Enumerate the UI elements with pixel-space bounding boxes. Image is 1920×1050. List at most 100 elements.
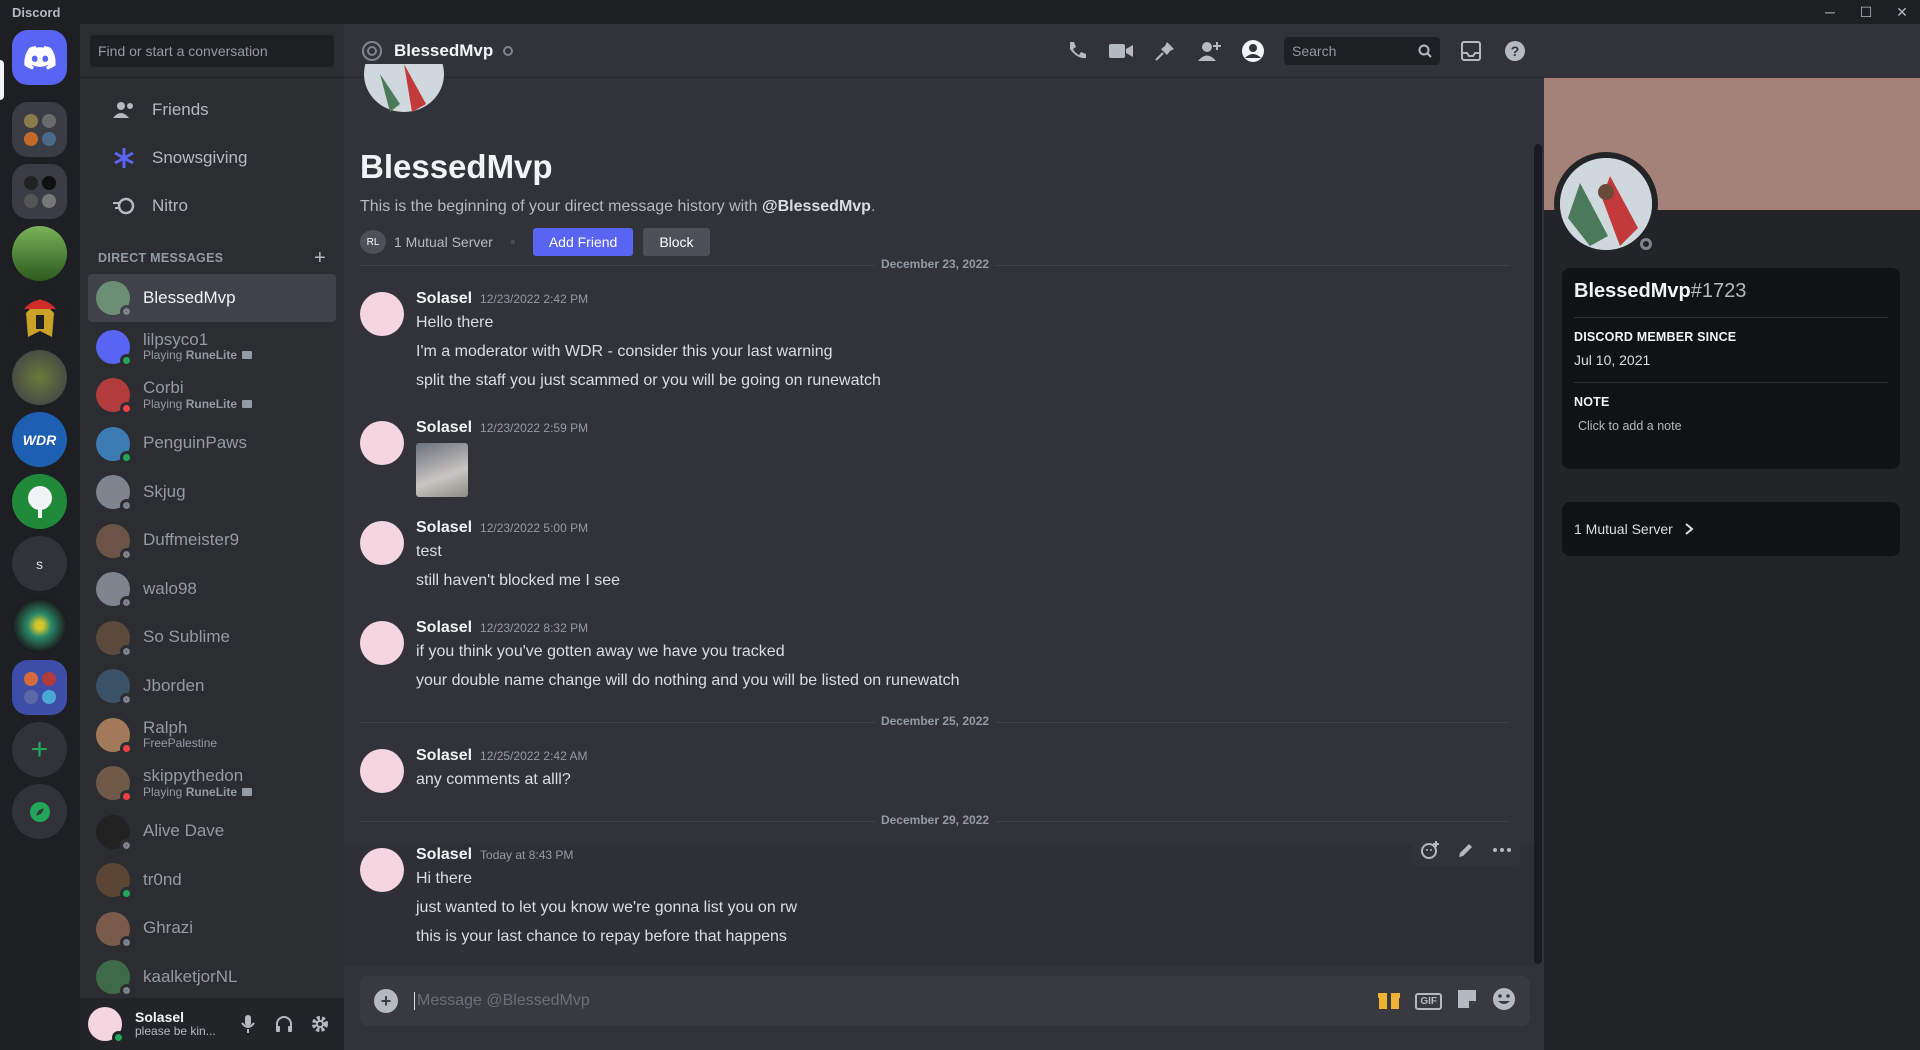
server-icon-s[interactable]: s — [12, 536, 67, 591]
mic-button[interactable] — [234, 1010, 262, 1038]
dm-item[interactable]: kaalketjorNL — [88, 953, 336, 1001]
message-group[interactable]: Solasel 12/23/2022 2:59 PM — [344, 419, 1534, 497]
server-icon-tree[interactable] — [12, 474, 67, 529]
upload-button[interactable]: + — [374, 989, 398, 1013]
gif-button[interactable]: GIF — [1415, 992, 1442, 1010]
compass-icon — [29, 801, 50, 822]
image-attachment[interactable] — [416, 443, 468, 497]
add-reaction-button[interactable] — [1414, 836, 1446, 864]
more-options-button[interactable] — [1486, 836, 1518, 864]
note-input[interactable]: Click to add a note — [1574, 419, 1888, 433]
server-icon-4[interactable] — [12, 350, 67, 405]
game-icon — [242, 351, 253, 360]
server-icon-helmet[interactable] — [12, 288, 67, 343]
dm-item[interactable]: walo98 — [88, 565, 336, 613]
message-author[interactable]: Solasel — [416, 519, 472, 537]
server-icon-grass[interactable] — [12, 226, 67, 281]
message-group[interactable]: Solasel 12/25/2022 2:42 AM any comments a… — [344, 747, 1534, 794]
dm-name: kaalketjorNL — [143, 966, 238, 986]
message-author[interactable]: Solasel — [416, 619, 472, 637]
dm-item[interactable]: So Sublime — [88, 614, 336, 662]
dm-item[interactable]: skippythedon Playing RuneLite — [88, 759, 336, 807]
minimize-button[interactable]: ─ — [1812, 0, 1848, 24]
message-author[interactable]: Solasel — [416, 747, 472, 765]
user-profile-toggle[interactable] — [1240, 38, 1266, 64]
dm-custom-status: FreePalestine — [143, 736, 218, 751]
dm-item[interactable]: tr0nd — [88, 856, 336, 904]
video-call-button[interactable] — [1108, 38, 1134, 64]
message-input[interactable]: Message @BlessedMvp — [414, 992, 590, 1010]
dm-item[interactable]: PenguinPaws — [88, 420, 336, 468]
nav-snowsgiving[interactable]: Snowsgiving — [88, 134, 336, 182]
mutual-servers-link[interactable]: 1 Mutual Server — [1574, 521, 1673, 537]
avatar[interactable] — [360, 749, 404, 793]
block-button[interactable]: Block — [643, 228, 710, 256]
avatar — [96, 620, 133, 658]
dm-item[interactable]: BlessedMvp — [88, 274, 336, 322]
avatar[interactable] — [360, 421, 404, 465]
dm-item[interactable]: Alive Dave — [88, 808, 336, 856]
nav-friends[interactable]: Friends — [88, 86, 336, 134]
message-composer[interactable]: + Message @BlessedMvp GIF — [360, 976, 1530, 1026]
edit-message-button[interactable] — [1450, 836, 1482, 864]
scrollbar[interactable] — [1534, 144, 1542, 964]
mutual-servers-link[interactable]: RL 1 Mutual Server — [360, 230, 493, 254]
at-icon — [362, 40, 382, 61]
server-icon-star[interactable] — [12, 598, 67, 653]
dm-item[interactable]: Skjug — [88, 468, 336, 516]
conversation-search[interactable]: Find or start a conversation — [90, 34, 334, 67]
maximize-button[interactable]: ☐ — [1848, 0, 1884, 24]
nav-nitro[interactable]: Nitro — [88, 182, 336, 230]
message-author[interactable]: Solasel — [416, 846, 472, 864]
explore-servers-button[interactable] — [12, 784, 67, 839]
dm-item[interactable]: Jborden — [88, 662, 336, 710]
message-group[interactable]: Solasel 12/23/2022 2:42 PM Hello there I'… — [344, 290, 1534, 395]
server-folder-3[interactable] — [12, 660, 67, 715]
sticker-button[interactable] — [1456, 988, 1478, 1015]
pinned-messages-button[interactable] — [1152, 38, 1178, 64]
voice-call-button[interactable] — [1064, 38, 1090, 64]
message-group[interactable]: Solasel Today at 8:43 PM Hi there just wa… — [344, 834, 1534, 966]
game-icon — [242, 399, 253, 408]
close-button[interactable]: ✕ — [1884, 0, 1920, 24]
dm-name: Skjug — [143, 481, 186, 501]
inbox-button[interactable] — [1458, 38, 1484, 64]
pin-icon — [1155, 41, 1174, 61]
server-folder-1[interactable] — [12, 102, 67, 157]
message-author[interactable]: Solasel — [416, 419, 472, 437]
avatar[interactable] — [360, 848, 404, 892]
gift-button[interactable] — [1377, 988, 1401, 1015]
mutual-servers-card[interactable]: 1 Mutual Server — [1562, 502, 1900, 556]
add-friend-button[interactable]: Add Friend — [532, 228, 634, 256]
deafen-button[interactable] — [270, 1010, 298, 1038]
dm-activity: Playing RuneLite — [143, 397, 253, 411]
avatar[interactable] — [360, 621, 404, 665]
dm-item[interactable]: lilpsyco1 Playing RuneLite — [88, 323, 336, 371]
dm-item[interactable]: Ghrazi — [88, 905, 336, 953]
server-folder-2[interactable] — [12, 164, 67, 219]
header-search[interactable]: Search — [1284, 36, 1440, 65]
avatar[interactable] — [360, 292, 404, 336]
dm-item[interactable]: Ralph FreePalestine — [88, 711, 336, 759]
dm-item[interactable]: Duffmeister9 — [88, 517, 336, 565]
message-text: test — [416, 543, 442, 560]
message-group[interactable]: Solasel 12/23/2022 8:32 PM if you think y… — [344, 619, 1534, 695]
add-server-button[interactable]: + — [12, 722, 67, 777]
add-friends-to-dm-button[interactable] — [1196, 38, 1222, 64]
nitro-icon — [110, 192, 138, 220]
dm-item[interactable]: Corbi Playing RuneLite — [88, 371, 336, 419]
profile-avatar[interactable] — [1554, 152, 1658, 256]
tree-icon — [27, 485, 52, 518]
create-dm-icon[interactable]: + — [314, 247, 326, 270]
emoji-button[interactable] — [1492, 987, 1516, 1016]
settings-button[interactable] — [306, 1010, 334, 1038]
dm-activity-prefix: Playing — [143, 784, 186, 799]
home-button[interactable] — [12, 30, 67, 85]
message-author[interactable]: Solasel — [416, 290, 472, 308]
avatar[interactable] — [88, 1007, 125, 1044]
help-button[interactable]: ? — [1502, 38, 1528, 64]
avatar[interactable] — [360, 521, 404, 565]
message-group[interactable]: Solasel 12/23/2022 5:00 PM test still hav… — [344, 519, 1534, 595]
dm-name: skippythedon — [143, 766, 244, 786]
server-icon-wdr[interactable]: WDR — [12, 412, 67, 467]
